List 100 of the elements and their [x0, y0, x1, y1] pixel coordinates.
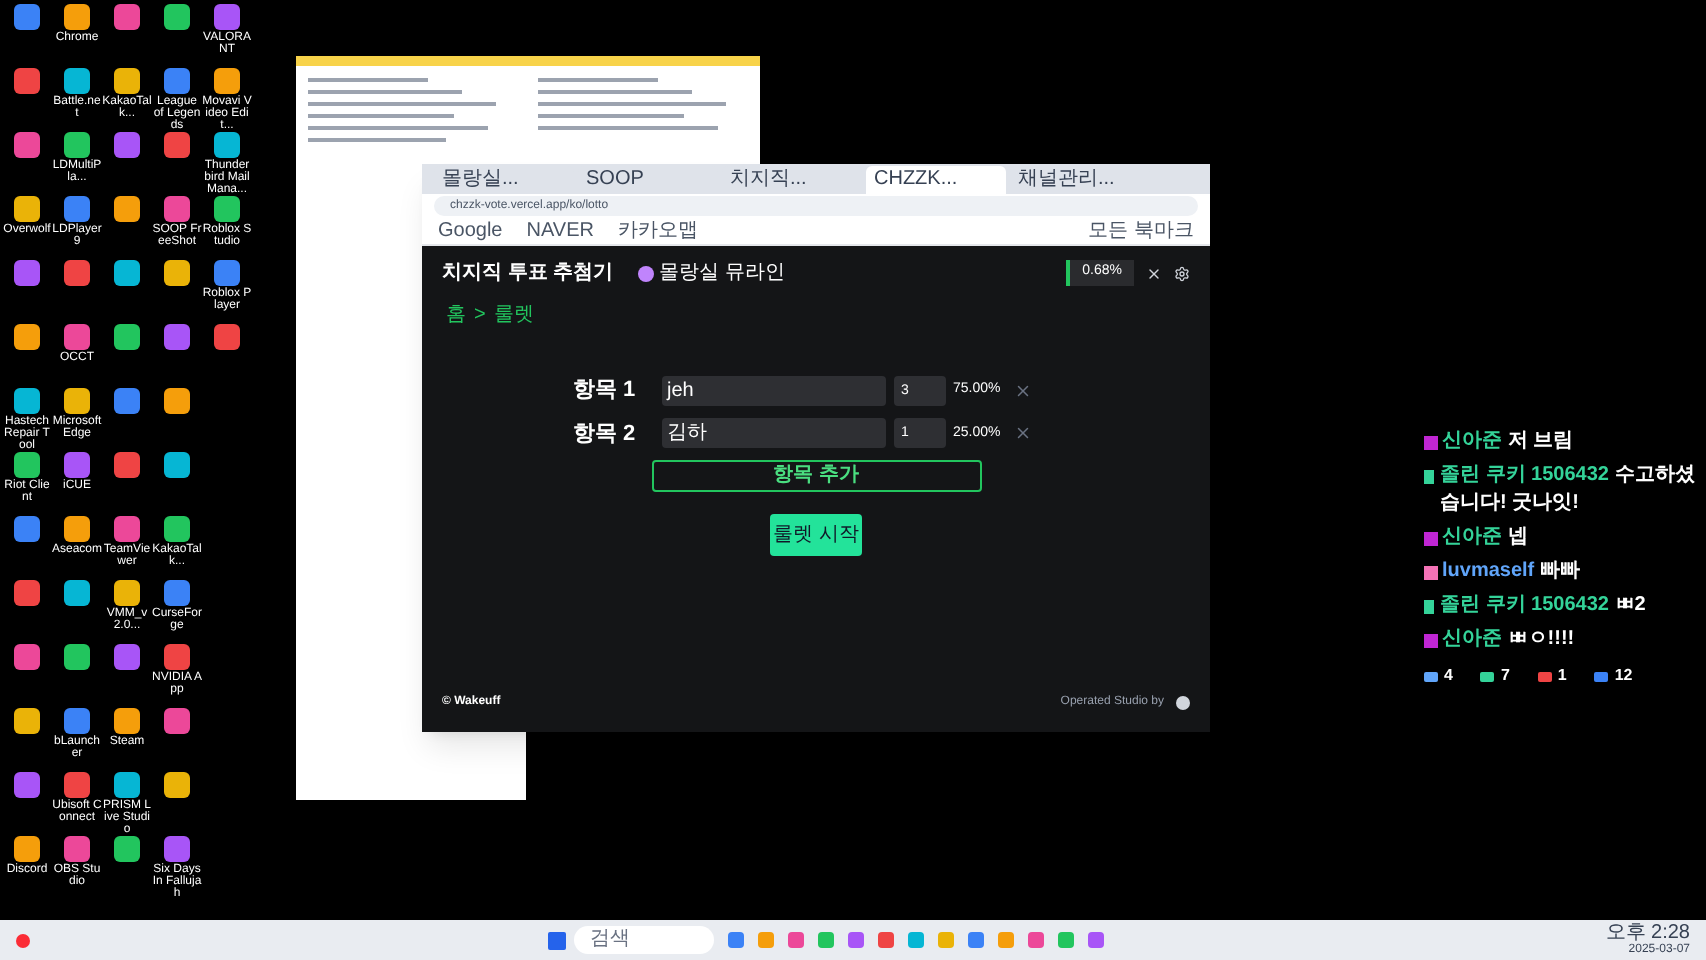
app-icon[interactable] — [14, 196, 40, 222]
app-icon[interactable] — [114, 644, 140, 670]
subscriber-badge-icon — [1424, 435, 1438, 449]
app-icon[interactable] — [64, 452, 90, 478]
app-icon[interactable] — [14, 644, 40, 670]
app-icon[interactable] — [164, 772, 190, 798]
app-icon[interactable] — [14, 260, 40, 286]
counter-value: 7 — [1500, 664, 1510, 688]
app-icon[interactable] — [64, 836, 90, 862]
app-icon[interactable] — [14, 516, 40, 542]
app-icon[interactable] — [14, 708, 40, 734]
app-icon[interactable] — [164, 580, 190, 606]
app-icon[interactable] — [64, 196, 90, 222]
fan-badge-icon — [1424, 599, 1434, 613]
app-icon[interactable] — [214, 324, 240, 350]
breadcrumb-item: > — [474, 302, 486, 330]
channel-badge[interactable]: 몰랑실 뮤라인 — [637, 258, 785, 288]
counter-value: 12 — [1614, 664, 1633, 688]
app-icon[interactable] — [114, 132, 140, 158]
remove-icon[interactable] — [1013, 424, 1031, 443]
app-icon[interactable] — [114, 708, 140, 734]
close-icon[interactable] — [1146, 265, 1162, 281]
app-icon[interactable] — [114, 836, 140, 862]
start-roulette-button[interactable]: 룰렛 시작 — [770, 514, 862, 556]
bookmark[interactable]: 카카오맵 — [617, 221, 698, 241]
counter-icon — [1424, 671, 1438, 681]
breadcrumb-item[interactable]: 룰렛 — [493, 300, 534, 330]
app-icon[interactable] — [114, 260, 140, 286]
item-name-field[interactable]: jeh — [661, 375, 885, 406]
app-icon[interactable] — [14, 580, 40, 606]
chat-message: 졸린 쿠키 1506432 ㅃ2 — [1440, 592, 1648, 620]
breadcrumb-item[interactable]: 홈 — [446, 300, 466, 330]
app-icon[interactable] — [214, 196, 240, 222]
counter-icon — [1537, 671, 1552, 681]
counter-icon — [1594, 671, 1609, 681]
chat-message: 신아준 ㅃㅇ!!!! — [1442, 626, 1577, 654]
app-icon[interactable] — [164, 388, 190, 414]
app-icon[interactable] — [64, 708, 90, 734]
item-label: 항목 1 — [573, 376, 638, 406]
app-icon[interactable] — [214, 132, 240, 158]
browser-tab[interactable]: CHZZK... — [866, 166, 1006, 194]
app-icon[interactable] — [114, 452, 140, 478]
search-field[interactable]: 검색 — [574, 926, 714, 954]
app-icon[interactable] — [214, 68, 240, 94]
app-icon[interactable] — [14, 772, 40, 798]
app-icon[interactable] — [114, 772, 140, 798]
counter-value: 4 — [1444, 664, 1453, 688]
app-icon[interactable] — [164, 708, 190, 734]
viewer-badge-icon — [1424, 565, 1438, 579]
add-item-button[interactable]: 항목 추가 — [651, 460, 981, 492]
app-icon[interactable] — [164, 836, 190, 862]
app-icon[interactable] — [14, 452, 40, 478]
app-icon[interactable] — [64, 516, 90, 542]
start-icon[interactable] — [548, 931, 566, 949]
app-icon[interactable] — [64, 324, 90, 350]
item-label: 항목 2 — [573, 419, 638, 449]
remove-icon[interactable] — [1013, 381, 1031, 400]
chat-message: 졸린 쿠키 1506432 수고하셨습니다! 굿나잇! — [1440, 462, 1697, 518]
app-icon[interactable] — [114, 68, 140, 94]
app-icon[interactable] — [64, 68, 90, 94]
app-icon[interactable] — [114, 516, 140, 542]
chat-message: 신아준 저 브림 — [1442, 428, 1576, 456]
app-icon[interactable] — [14, 836, 40, 862]
app-icon[interactable] — [164, 324, 190, 350]
bookmark[interactable]: Google — [438, 221, 503, 241]
app-icon[interactable] — [164, 4, 190, 30]
app-icon[interactable] — [164, 516, 190, 542]
app-icon[interactable] — [164, 68, 190, 94]
app-icon[interactable] — [14, 324, 40, 350]
settings-icon[interactable] — [1174, 265, 1190, 281]
chat-message: 신아준 넵 — [1442, 524, 1530, 552]
app-icon[interactable] — [214, 260, 240, 286]
app-icon[interactable] — [14, 388, 40, 414]
app-icon[interactable] — [14, 4, 40, 30]
app-icon[interactable] — [114, 388, 140, 414]
app-icon[interactable] — [164, 452, 190, 478]
app-icon[interactable] — [114, 196, 140, 222]
app-icon[interactable] — [64, 4, 90, 30]
app-icon[interactable] — [164, 196, 190, 222]
app-icon[interactable] — [114, 4, 140, 30]
app-icon[interactable] — [64, 260, 90, 286]
app-icon[interactable] — [64, 644, 90, 670]
app-icon[interactable] — [164, 132, 190, 158]
app-icon[interactable] — [64, 388, 90, 414]
fan-badge-icon — [1424, 469, 1434, 483]
app-icon[interactable] — [64, 132, 90, 158]
app-icon[interactable] — [14, 68, 40, 94]
app-icon[interactable] — [114, 580, 140, 606]
bookmark[interactable]: NAVER — [526, 221, 594, 241]
bookmark-folder[interactable]: 모든 북마크 — [1088, 221, 1194, 241]
app-icon[interactable] — [214, 4, 240, 30]
clock-time: 오후 2:28 — [1605, 923, 1690, 943]
app-icon[interactable] — [64, 772, 90, 798]
app-icon[interactable] — [114, 324, 140, 350]
app-icon[interactable] — [164, 260, 190, 286]
counter-value: 1 — [1557, 664, 1567, 688]
item-name-field[interactable]: 김하 — [661, 418, 885, 449]
app-icon[interactable] — [14, 132, 40, 158]
app-icon[interactable] — [64, 580, 90, 606]
app-icon[interactable] — [164, 644, 190, 670]
